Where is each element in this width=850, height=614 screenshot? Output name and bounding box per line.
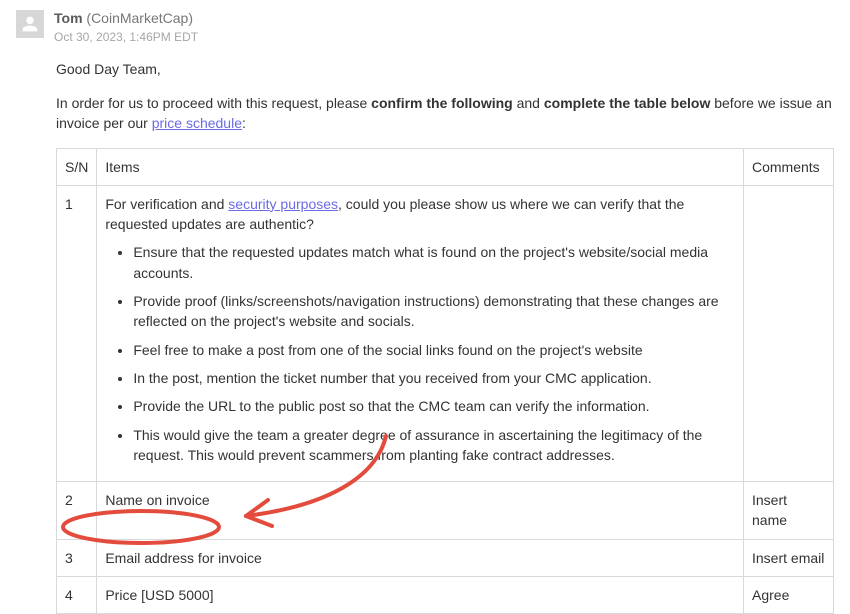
table-row: 3 Email address for invoice Insert email bbox=[57, 539, 834, 576]
cell-item: Email address for invoice bbox=[97, 539, 744, 576]
cell-item: Name on invoice bbox=[97, 482, 744, 540]
cell-comments: Insert name bbox=[744, 482, 834, 540]
cell-sn: 4 bbox=[57, 577, 97, 614]
table-row: 1 For verification and security purposes… bbox=[57, 185, 834, 481]
cell-item: Price [USD 5000] bbox=[97, 577, 744, 614]
security-purposes-link[interactable]: security purposes bbox=[228, 196, 338, 212]
list-item: In the post, mention the ticket number t… bbox=[133, 368, 735, 388]
list-item: Ensure that the requested updates match … bbox=[133, 242, 735, 283]
cell-sn: 3 bbox=[57, 539, 97, 576]
col-items: Items bbox=[97, 148, 744, 185]
list-item: Feel free to make a post from one of the… bbox=[133, 340, 735, 360]
intro-paragraph: In order for us to proceed with this req… bbox=[56, 93, 834, 134]
sender-meta: Tom (CoinMarketCap) Oct 30, 2023, 1:46PM… bbox=[54, 8, 198, 47]
intro-text: : bbox=[242, 115, 246, 131]
intro-bold: confirm the following bbox=[371, 95, 513, 111]
price-schedule-link[interactable]: price schedule bbox=[152, 115, 242, 131]
intro-text: and bbox=[513, 95, 544, 111]
cell-comments: Agree bbox=[744, 577, 834, 614]
table-row: 4 Price [USD 5000] Agree bbox=[57, 577, 834, 614]
item-text: For verification and bbox=[105, 196, 228, 212]
sender-org: (CoinMarketCap) bbox=[86, 10, 193, 26]
bullet-list: Ensure that the requested updates match … bbox=[105, 242, 735, 465]
table-header-row: S/N Items Comments bbox=[57, 148, 834, 185]
request-table: S/N Items Comments 1 For verification an… bbox=[56, 148, 834, 614]
cell-sn: 2 bbox=[57, 482, 97, 540]
col-comments: Comments bbox=[744, 148, 834, 185]
cell-item: For verification and security purposes, … bbox=[97, 185, 744, 481]
cell-comments bbox=[744, 185, 834, 481]
greeting: Good Day Team, bbox=[56, 59, 834, 79]
intro-bold: complete the table below bbox=[544, 95, 710, 111]
col-sn: S/N bbox=[57, 148, 97, 185]
list-item: This would give the team a greater degre… bbox=[133, 425, 735, 466]
sent-timestamp: Oct 30, 2023, 1:46PM EDT bbox=[54, 29, 198, 46]
avatar bbox=[16, 10, 44, 38]
list-item: Provide the URL to the public post so th… bbox=[133, 396, 735, 416]
user-icon bbox=[21, 15, 39, 33]
table-row: 2 Name on invoice Insert name bbox=[57, 482, 834, 540]
message-header: Tom (CoinMarketCap) Oct 30, 2023, 1:46PM… bbox=[16, 8, 834, 47]
cell-comments: Insert email bbox=[744, 539, 834, 576]
cell-sn: 1 bbox=[57, 185, 97, 481]
list-item: Provide proof (links/screenshots/navigat… bbox=[133, 291, 735, 332]
sender-name: Tom bbox=[54, 10, 83, 26]
intro-text: In order for us to proceed with this req… bbox=[56, 95, 371, 111]
message-body: Good Day Team, In order for us to procee… bbox=[56, 59, 834, 134]
